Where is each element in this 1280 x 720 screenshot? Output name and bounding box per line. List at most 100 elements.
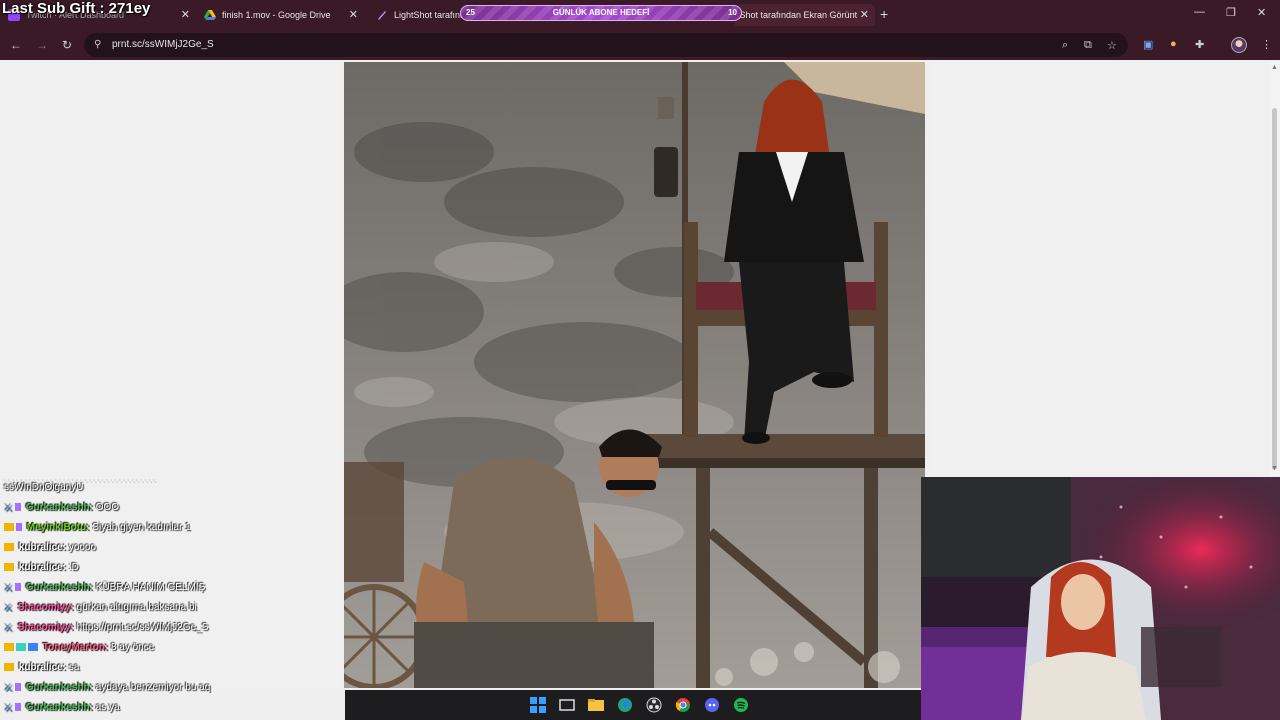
windows-start-icon[interactable] xyxy=(530,697,546,713)
crown-badge-icon xyxy=(4,663,14,671)
chat-username[interactable]: kubralice: xyxy=(19,662,66,673)
close-window-icon[interactable]: ✕ xyxy=(1257,6,1266,19)
chat-text: gürkan altıgıma baksana bi xyxy=(76,602,197,613)
chat-line: MeyinkiBotu: Siyah giyen kadınlar 1 xyxy=(4,522,191,533)
close-tab-icon[interactable]: ✕ xyxy=(860,8,869,21)
scroll-down-icon[interactable]: ▼ xyxy=(1271,465,1278,472)
chat-text: OOO xyxy=(95,502,120,513)
crown-badge-icon xyxy=(4,523,14,531)
chat-line: kubralice: yoooo xyxy=(4,542,96,553)
cube-badge-icon xyxy=(28,643,38,651)
windows-taskbar xyxy=(345,690,921,720)
chat-text: as ya xyxy=(95,702,120,713)
chat-text: Siyah giyen kadınlar 1 xyxy=(92,522,191,533)
chat-text: sa xyxy=(68,662,80,673)
sub-badge-icon xyxy=(16,523,22,531)
chrome-icon[interactable] xyxy=(675,697,691,713)
tab-google-drive[interactable]: finish 1.mov - Google Drive ✕ xyxy=(196,4,364,26)
right-blank-panel xyxy=(930,62,1268,474)
chat-username[interactable]: Gurkankeshh: xyxy=(26,502,93,513)
sub-badge-icon xyxy=(14,583,21,591)
minimize-icon[interactable]: — xyxy=(1194,6,1205,18)
extensions-puzzle-icon[interactable]: ✚ xyxy=(1195,38,1204,51)
chat-text: KÜBRA HANIM GELMİŞ xyxy=(95,582,206,593)
sword-badge-icon: ⚔ xyxy=(4,583,13,594)
chat-username[interactable]: Gurkankeshh: xyxy=(26,582,93,593)
crown-badge-icon xyxy=(4,643,14,651)
address-bar[interactable]: ⚲ prnt.sc/ssWIMjJ2Ge_S ⌕ ⧉ ☆ xyxy=(84,33,1128,57)
chat-username[interactable]: Gurkankeshh: xyxy=(26,702,93,713)
menu-kebab-icon[interactable]: ⋮ xyxy=(1261,38,1272,51)
new-tab-icon[interactable]: + xyxy=(880,6,888,22)
chat-line: ssWInDnOiganyU xyxy=(4,482,83,493)
spotify-icon[interactable] xyxy=(733,697,749,713)
chat-line: ⚔ Gurkankeshh: KÜBRA HANIM GELMİŞ xyxy=(4,582,206,594)
gift-badge-icon xyxy=(16,643,26,651)
chat-username[interactable]: kubralice: xyxy=(19,562,66,573)
sword-badge-icon: ⚔ xyxy=(4,603,13,614)
chat-link[interactable]: https://prnt.sc/ssWIMjJ2Ge_S xyxy=(77,622,209,633)
maximize-icon[interactable]: ❐ xyxy=(1226,6,1236,19)
sub-badge-icon xyxy=(14,683,21,691)
chat-username[interactable]: Shacomiyy: xyxy=(18,602,74,613)
page-scrollbar[interactable]: ▲ ▼ xyxy=(1269,62,1280,476)
close-tab-icon[interactable]: ✕ xyxy=(181,8,190,21)
chat-line: kubralice: sa xyxy=(4,662,79,673)
photo-scene xyxy=(344,62,925,688)
chat-username[interactable]: MeyinkiBotu: xyxy=(27,522,90,533)
chat-line: ⚔ Gurkankeshh: as ya xyxy=(4,702,120,714)
discord-icon[interactable] xyxy=(704,697,720,713)
stream-chat: · · · · · · · · · · · · · · · · · · · · … xyxy=(0,470,340,720)
goal-label: GÜNLÜK ABONE HEDEFİ xyxy=(552,8,650,17)
lightshot-icon xyxy=(376,9,388,21)
crown-badge-icon xyxy=(4,563,14,571)
tab-lightshot-1[interactable]: LightShot tarafından xyxy=(368,4,464,26)
chat-username[interactable]: ToneyMarton: xyxy=(43,642,108,653)
site-info-icon[interactable]: ⚲ xyxy=(94,39,101,50)
streamer-webcam xyxy=(921,477,1280,720)
task-view-icon[interactable] xyxy=(559,697,575,713)
chat-text: aydaya benzemiyor bu aq xyxy=(95,682,211,693)
zoom-icon[interactable]: ⌕ xyxy=(1062,39,1068,52)
close-tab-icon[interactable]: ✕ xyxy=(349,8,358,21)
url-text[interactable]: prnt.sc/ssWIMjJ2Ge_S xyxy=(112,39,214,50)
install-app-icon[interactable]: ⧉ xyxy=(1084,39,1092,52)
last-sub-gift-overlay: Last Sub Gift : 271ey xyxy=(2,0,151,17)
chat-text: :D xyxy=(68,562,79,573)
back-icon[interactable]: ← xyxy=(10,38,22,52)
edge-icon[interactable] xyxy=(617,697,633,713)
chat-line: ⚔ Shacomiyy: https://prnt.sc/ssWIMjJ2Ge_… xyxy=(4,622,209,634)
profile-avatar[interactable] xyxy=(1231,37,1247,53)
chat-username[interactable]: Shacomiyy: xyxy=(18,622,74,633)
chat-text: yoooo xyxy=(68,542,97,553)
tab-title: tShot tarafından Ekran Görünt xyxy=(737,10,858,20)
scrollbar-thumb[interactable] xyxy=(1272,108,1277,470)
sword-badge-icon: ⚔ xyxy=(4,703,13,714)
tab-title: finish 1.mov - Google Drive xyxy=(222,10,331,20)
forward-icon[interactable]: → xyxy=(36,38,48,52)
scroll-up-icon[interactable]: ▲ xyxy=(1271,64,1278,71)
translate-extension-icon[interactable]: ▣ xyxy=(1143,38,1153,51)
chat-line: ⚔ Gurkankeshh: aydaya benzemiyor bu aq xyxy=(4,682,211,694)
google-drive-icon xyxy=(204,9,216,21)
tab-title: LightShot tarafından xyxy=(394,10,464,20)
sword-badge-icon: ⚔ xyxy=(4,683,13,694)
reload-icon[interactable]: ↻ xyxy=(62,38,72,52)
chat-line: ⚔ Gurkankeshh: OOO xyxy=(4,502,120,514)
chat-text: 8 ay önce xyxy=(110,642,155,653)
chat-username[interactable]: kubralice: xyxy=(19,542,66,553)
crown-badge-icon xyxy=(4,543,14,551)
goal-target: 10 xyxy=(728,8,737,17)
chat-username[interactable]: Gurkankeshh: xyxy=(26,682,93,693)
sword-badge-icon: ⚔ xyxy=(4,503,13,514)
obs-icon[interactable] xyxy=(646,697,662,713)
chat-text: ssWInDnOiganyU xyxy=(4,482,84,493)
sub-badge-icon xyxy=(14,503,21,511)
extension-icon[interactable]: ● xyxy=(1170,38,1177,50)
sub-badge-icon xyxy=(14,703,21,711)
browser-toolbar: ← → ↻ ⚲ prnt.sc/ssWIMjJ2Ge_S ⌕ ⧉ ☆ ▣ ● ✚… xyxy=(0,30,1280,60)
file-explorer-icon[interactable] xyxy=(588,697,604,713)
tab-lightshot-2[interactable]: tShot tarafından Ekran Görünt ✕ xyxy=(735,4,875,26)
bookmark-star-icon[interactable]: ☆ xyxy=(1107,39,1117,52)
webcam-scene xyxy=(921,477,1280,720)
